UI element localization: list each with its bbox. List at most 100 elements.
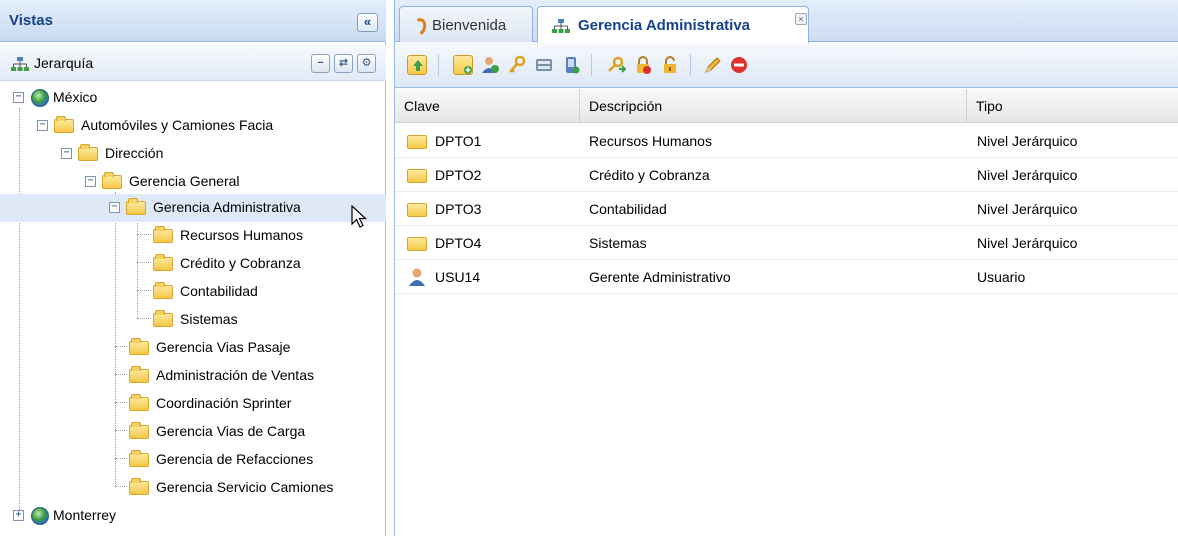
- grid-header: Clave Descripción Tipo: [395, 89, 1178, 123]
- table-row[interactable]: DPTO2 Crédito y Cobranza Nivel Jerárquic…: [395, 158, 1178, 192]
- globe-icon: [31, 507, 49, 525]
- contact-card-icon[interactable]: [534, 55, 554, 75]
- tree-node-label: Recursos Humanos: [180, 227, 303, 243]
- cell-tipo: Usuario: [977, 269, 1026, 285]
- go-up-level-icon[interactable]: [407, 55, 427, 75]
- folder-icon: [153, 282, 173, 299]
- collapse-toggle[interactable]: −: [85, 176, 96, 187]
- tree-node-label: Gerencia Vias Pasaje: [156, 339, 291, 355]
- user-icon: [409, 268, 425, 286]
- tree-node-label: Sistemas: [180, 311, 238, 327]
- column-header-descripcion[interactable]: Descripción: [580, 89, 967, 123]
- tree-node-mexico[interactable]: − México: [0, 84, 386, 112]
- folder-icon: [153, 310, 173, 327]
- tree-node-company[interactable]: − Automóviles y Camiones Facia: [0, 112, 386, 140]
- tree-node-vias-carga[interactable]: Gerencia Vias de Carga: [0, 418, 386, 446]
- edit-pencil-icon[interactable]: [703, 55, 723, 75]
- folder-icon: [129, 366, 149, 383]
- user-device-icon[interactable]: [561, 55, 581, 75]
- folder-icon: [78, 144, 98, 161]
- folder-icon: [129, 450, 149, 467]
- tree-node-label: Contabilidad: [180, 283, 258, 299]
- tree-node-coordinacion-sprinter[interactable]: Coordinación Sprinter: [0, 390, 386, 418]
- tree-node-recursos-humanos[interactable]: Recursos Humanos: [0, 222, 386, 250]
- tree-node-admin-ventas[interactable]: Administración de Ventas: [0, 362, 386, 390]
- cell-clave: DPTO2: [435, 167, 482, 183]
- tree-node-label: Administración de Ventas: [156, 367, 314, 383]
- settings-button[interactable]: ⚙: [357, 54, 376, 73]
- unlock-icon[interactable]: [660, 55, 680, 75]
- tree-node-vias-pasaje[interactable]: Gerencia Vias Pasaje: [0, 334, 386, 362]
- mouse-cursor-icon: [351, 205, 368, 228]
- folder-icon: [129, 394, 149, 411]
- folder-icon: [153, 254, 173, 271]
- cell-tipo: Nivel Jerárquico: [977, 167, 1078, 183]
- close-tab-icon[interactable]: ×: [795, 13, 807, 25]
- cell-tipo: Nivel Jerárquico: [977, 201, 1078, 217]
- column-header-tipo[interactable]: Tipo: [967, 89, 1178, 123]
- folder-icon: [407, 135, 427, 149]
- folder-icon: [54, 116, 74, 133]
- views-panel-header: Vistas «: [0, 0, 386, 42]
- folder-icon: [407, 237, 427, 251]
- tab-label: Gerencia Administrativa: [578, 17, 751, 34]
- tree-node-sistemas[interactable]: Sistemas: [0, 306, 386, 334]
- cell-tipo: Nivel Jerárquico: [977, 235, 1078, 251]
- tree-node-gerencia-administrativa[interactable]: − Gerencia Administrativa: [0, 194, 386, 222]
- folder-icon: [102, 172, 122, 189]
- tab-bar: Bienvenida Gerencia Administrativa ×: [395, 0, 1178, 43]
- assign-key-icon[interactable]: [507, 55, 527, 75]
- hierarchy-icon: [552, 19, 570, 33]
- tree-node-direccion[interactable]: − Dirección: [0, 140, 386, 168]
- folder-icon: [407, 169, 427, 183]
- tree-node-credito-cobranza[interactable]: Crédito y Cobranza: [0, 250, 386, 278]
- tree-node-gerencia-general[interactable]: − Gerencia General: [0, 168, 386, 196]
- cell-tipo: Nivel Jerárquico: [977, 133, 1078, 149]
- tree-node-refacciones[interactable]: Gerencia de Refacciones: [0, 446, 386, 474]
- cell-clave: DPTO4: [435, 235, 482, 251]
- hierarchy-tree: − México − Automóviles y Camiones Facia …: [0, 84, 386, 536]
- folder-icon: [129, 478, 149, 495]
- add-user-icon[interactable]: [480, 55, 500, 75]
- collapse-toggle[interactable]: −: [109, 202, 120, 213]
- cell-descripcion: Crédito y Cobranza: [589, 167, 710, 183]
- cell-clave: DPTO1: [435, 133, 482, 149]
- tab-bienvenida[interactable]: Bienvenida: [399, 6, 533, 42]
- tree-node-label: México: [53, 89, 98, 105]
- collapse-toggle[interactable]: −: [37, 120, 48, 131]
- tree-node-label: Crédito y Cobranza: [180, 255, 301, 271]
- tab-gerencia-administrativa[interactable]: Gerencia Administrativa ×: [537, 6, 809, 43]
- tree-node-monterrey[interactable]: + Monterrey: [0, 502, 386, 530]
- tree-node-label: Gerencia Servicio Camiones: [156, 479, 334, 495]
- collapse-toggle[interactable]: −: [61, 148, 72, 159]
- collapse-panel-button[interactable]: «: [357, 13, 378, 32]
- tree-node-label: Gerencia General: [129, 173, 240, 189]
- cell-descripcion: Gerente Administrativo: [589, 269, 731, 285]
- panel-title: Vistas: [9, 12, 53, 29]
- table-row[interactable]: USU14 Gerente Administrativo Usuario: [395, 260, 1178, 294]
- tree-node-contabilidad[interactable]: Contabilidad: [0, 278, 386, 306]
- table-row[interactable]: DPTO4 Sistemas Nivel Jerárquico: [395, 226, 1178, 260]
- column-header-clave[interactable]: Clave: [395, 89, 580, 123]
- lock-icon[interactable]: [633, 55, 653, 75]
- cell-clave: DPTO3: [435, 201, 482, 217]
- content-panel: Bienvenida Gerencia Administrativa × Cla…: [394, 0, 1178, 536]
- delete-icon[interactable]: [729, 55, 749, 75]
- table-row[interactable]: DPTO1 Recursos Humanos Nivel Jerárquico: [395, 124, 1178, 158]
- hierarchy-label: Jerarquía: [34, 55, 94, 71]
- globe-icon: [31, 89, 49, 107]
- expand-toggle[interactable]: +: [13, 510, 24, 521]
- actions-toolbar: [395, 43, 1178, 88]
- folder-icon: [126, 198, 146, 215]
- tree-node-label: Monterrey: [53, 507, 117, 523]
- refresh-button[interactable]: ⇄: [334, 54, 353, 73]
- tree-node-servicio-camiones[interactable]: Gerencia Servicio Camiones: [0, 474, 386, 502]
- cell-descripcion: Sistemas: [589, 235, 647, 251]
- new-folder-icon[interactable]: [453, 55, 473, 75]
- table-row[interactable]: DPTO3 Contabilidad Nivel Jerárquico: [395, 192, 1178, 226]
- tree-node-label: Gerencia de Refacciones: [156, 451, 314, 467]
- move-key-icon[interactable]: [606, 55, 628, 75]
- collapse-toggle[interactable]: −: [13, 92, 24, 103]
- collapse-all-button[interactable]: −: [311, 54, 330, 73]
- cell-descripcion: Recursos Humanos: [589, 133, 712, 149]
